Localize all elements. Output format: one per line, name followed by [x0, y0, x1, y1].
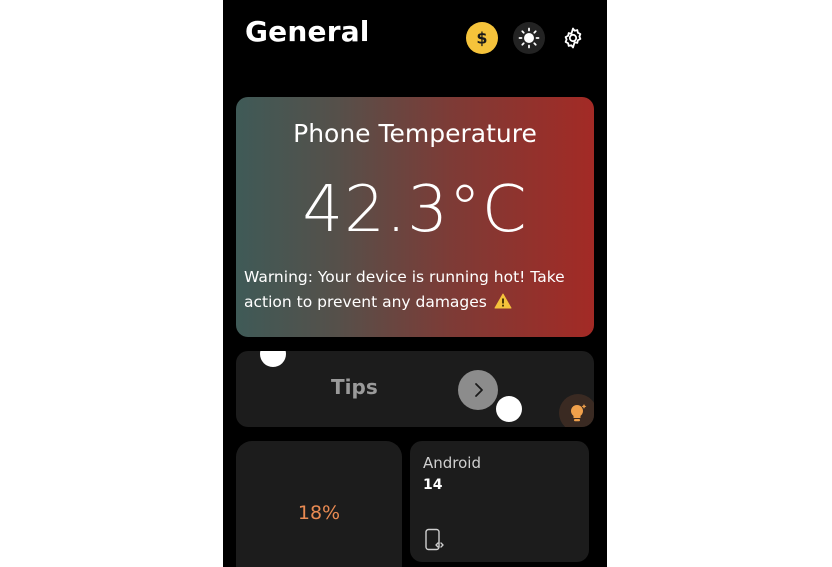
- lightbulb-icon: [570, 404, 587, 422]
- temperature-title: Phone Temperature: [293, 119, 537, 148]
- tips-label: Tips: [331, 375, 378, 399]
- battery-value: 18%: [297, 502, 341, 524]
- page-title: General: [245, 15, 370, 48]
- tips-card[interactable]: Tips: [236, 351, 594, 427]
- phone-code-icon: [425, 528, 444, 551]
- tips-badge: [559, 394, 594, 427]
- android-version-card[interactable]: Android 14: [410, 441, 589, 562]
- svg-text:$: $: [476, 29, 487, 48]
- chevron-right-icon: [475, 383, 483, 397]
- dollar-icon: $: [476, 29, 487, 48]
- decorative-dot: [496, 396, 522, 422]
- battery-card[interactable]: 18%: [236, 441, 402, 567]
- sun-icon: [518, 27, 540, 49]
- gear-icon: [564, 27, 582, 49]
- tips-next-button[interactable]: [458, 370, 498, 410]
- temperature-warning: Warning: Your device is running hot! Tak…: [244, 265, 580, 315]
- android-label: Android: [423, 454, 481, 472]
- temperature-card[interactable]: Phone Temperature 42.3°C Warning: Your d…: [236, 97, 594, 337]
- temperature-value: 42.3°C: [302, 173, 528, 247]
- decorative-dot: [260, 351, 286, 367]
- android-version: 14: [423, 477, 443, 493]
- settings-button[interactable]: [557, 22, 589, 54]
- warning-icon: [494, 293, 512, 309]
- theme-toggle-button[interactable]: [513, 22, 545, 54]
- premium-button[interactable]: $: [466, 22, 498, 54]
- app-screen: General $ Phone Temperature 42.3°C Warni…: [223, 0, 607, 567]
- warning-text: Warning: Your device is running hot! Tak…: [244, 268, 565, 311]
